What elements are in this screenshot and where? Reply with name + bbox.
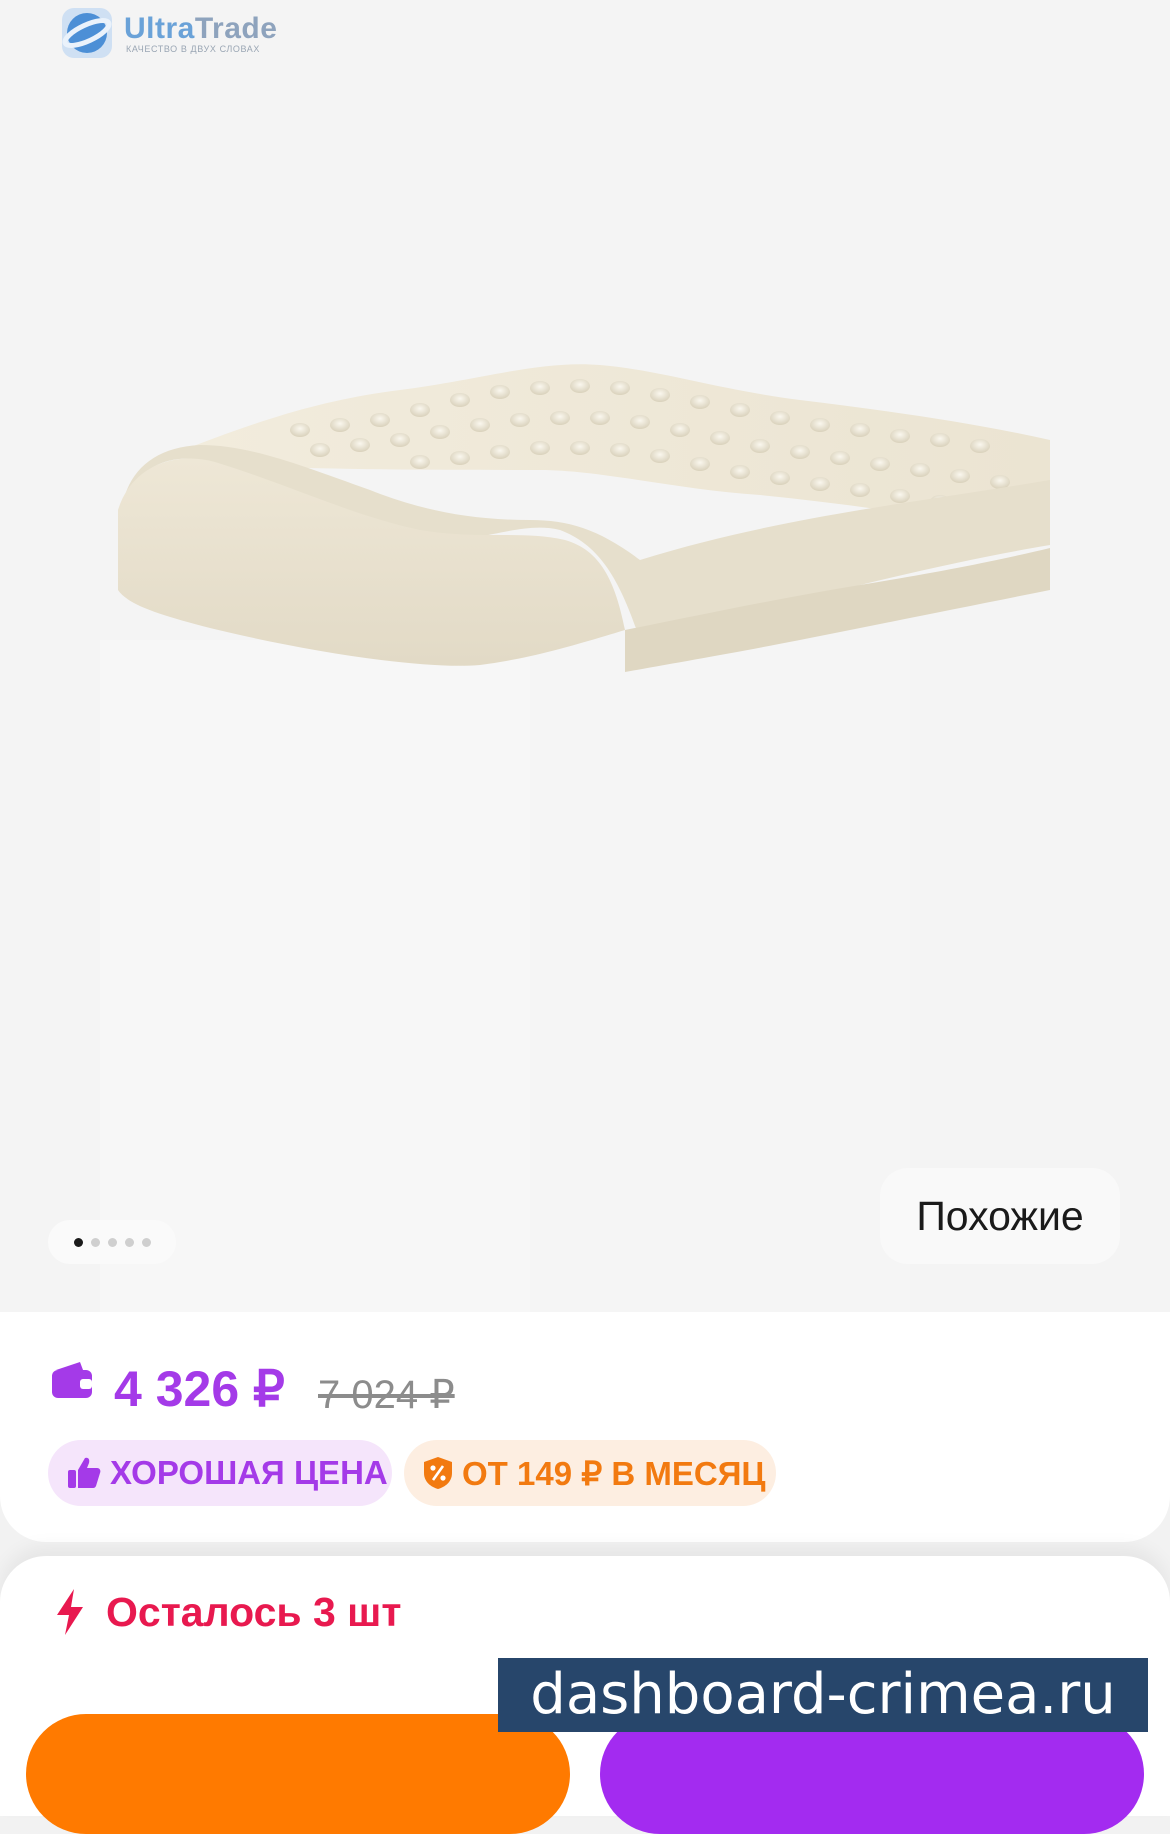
- good-price-label: ХОРОШАЯ ЦЕНА: [110, 1454, 388, 1491]
- globe-icon: [62, 8, 112, 58]
- pager-dot[interactable]: [107, 1237, 117, 1247]
- good-price-badge[interactable]: ХОРОШАЯ ЦЕНА: [48, 1440, 392, 1506]
- installment-label: ОТ 149 ₽ В МЕСЯЦ: [462, 1454, 766, 1492]
- price-card: 4 326 ₽ 7 024 ₽ ХОРОШАЯ ЦЕНА ОТ 149 ₽ В …: [0, 1312, 1170, 1542]
- installment-badge[interactable]: ОТ 149 ₽ В МЕСЯЦ: [404, 1440, 776, 1506]
- buy-now-button[interactable]: [600, 1714, 1144, 1834]
- pager-dot[interactable]: [90, 1237, 100, 1247]
- add-to-cart-button[interactable]: [26, 1714, 570, 1834]
- current-price: 4 326 ₽: [114, 1361, 285, 1417]
- lightning-icon: [57, 1589, 83, 1635]
- old-price: 7 024 ₽: [318, 1373, 455, 1417]
- product-image-pillow: [100, 364, 1050, 1312]
- stock-indicator: Осталось 3 шт: [54, 1588, 401, 1636]
- pager-dot[interactable]: [124, 1237, 134, 1247]
- brand-name: UltraTrade: [124, 12, 278, 45]
- wallet-icon: [52, 1362, 92, 1398]
- pager-dot-active[interactable]: [73, 1237, 83, 1247]
- brand-logo: UltraTrade КАЧЕСТВО В ДВУХ СЛОВАХ: [60, 6, 310, 62]
- pager-dot[interactable]: [141, 1237, 151, 1247]
- product-gallery[interactable]: UltraTrade КАЧЕСТВО В ДВУХ СЛОВАХ Похожи…: [0, 0, 1170, 1312]
- stock-label: Осталось 3 шт: [106, 1588, 402, 1635]
- similar-button[interactable]: Похожие: [880, 1168, 1120, 1264]
- brand-tagline: КАЧЕСТВО В ДВУХ СЛОВАХ: [126, 44, 260, 54]
- thumbs-up-icon: [68, 1457, 101, 1488]
- watermark: dashboard-crimea.ru: [498, 1658, 1148, 1732]
- image-pager[interactable]: [48, 1220, 176, 1264]
- shield-percent-icon: [424, 1457, 452, 1489]
